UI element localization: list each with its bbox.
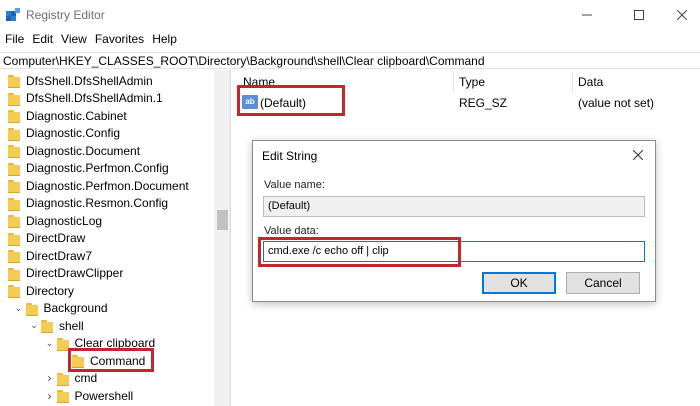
tree-item-label: Diagnostic.Resmon.Config xyxy=(26,196,169,211)
folder-icon xyxy=(8,162,20,176)
column-data[interactable]: Data xyxy=(578,75,603,89)
tree-item[interactable]: Directory xyxy=(0,282,214,300)
chevron-right-icon[interactable]: › xyxy=(45,371,55,385)
value-name-label: Value name: xyxy=(264,179,325,191)
tree-item-label: Diagnostic.Cabinet xyxy=(26,108,127,123)
tree-item-label: DfsShell.DfsShellAdmin xyxy=(26,73,153,88)
folder-icon xyxy=(56,337,69,351)
tree-item-label: Background xyxy=(43,301,108,316)
default-value-highlight xyxy=(237,85,345,116)
tree-item[interactable]: ⌄ shell xyxy=(0,317,214,335)
folder-icon xyxy=(56,372,69,386)
registry-tree: DfsShell.DfsShellAdmin DfsShell.DfsShellA… xyxy=(0,70,231,406)
tree-item[interactable]: › Powershell xyxy=(0,387,214,405)
folder-icon xyxy=(8,74,20,89)
tree-item[interactable]: ⌄ Background xyxy=(0,300,214,318)
tree-scrollbar[interactable] xyxy=(214,70,230,406)
chevron-down-icon[interactable]: ⌄ xyxy=(14,303,24,314)
tree-item-label: Powershell xyxy=(74,388,134,403)
value-data-highlight xyxy=(258,237,461,267)
registry-editor-icon xyxy=(6,8,20,21)
tree-item-label: DirectDrawClipper xyxy=(26,266,124,281)
chevron-down-icon[interactable]: ⌄ xyxy=(45,338,55,349)
close-button[interactable] xyxy=(664,0,700,30)
tree-item[interactable]: Diagnostic.Resmon.Config xyxy=(0,195,214,213)
selected-key-highlight xyxy=(68,348,154,372)
tree-item[interactable]: DiagnosticLog xyxy=(0,212,214,230)
address-bar[interactable]: Computer\HKEY_CLASSES_ROOT\Directory\Bac… xyxy=(0,52,700,69)
close-icon xyxy=(633,150,643,160)
edit-string-dialog: Edit String Value name: (Default) Value … xyxy=(252,140,656,302)
folder-icon xyxy=(8,92,20,106)
column-divider[interactable] xyxy=(572,72,573,92)
folder-icon xyxy=(8,179,20,194)
column-divider[interactable] xyxy=(453,72,454,92)
maximize-button[interactable] xyxy=(616,0,662,30)
folder-icon xyxy=(8,267,20,281)
tree-item[interactable]: DirectDraw xyxy=(0,230,214,248)
menu-file[interactable]: File xyxy=(0,30,28,50)
menu-help[interactable]: Help xyxy=(148,30,181,50)
chevron-down-icon[interactable]: ⌄ xyxy=(29,320,39,331)
tree-item-label: Diagnostic.Perfmon.Document xyxy=(26,178,189,193)
tree-item[interactable]: Diagnostic.Perfmon.Config xyxy=(0,160,214,178)
minimize-button[interactable] xyxy=(564,0,610,30)
dialog-close-button[interactable] xyxy=(625,144,651,166)
tree-item[interactable]: DfsShell.DfsShellAdmin xyxy=(0,72,214,90)
column-type[interactable]: Type xyxy=(459,75,485,89)
cancel-button[interactable]: Cancel xyxy=(566,272,640,294)
minimize-icon xyxy=(582,14,592,16)
folder-icon xyxy=(56,389,69,404)
tree-item[interactable]: Diagnostic.Cabinet xyxy=(0,107,214,125)
folder-icon xyxy=(8,249,20,264)
folder-icon xyxy=(8,232,20,246)
tree-item[interactable]: Diagnostic.Document xyxy=(0,142,214,160)
tree-item-label: DiagnosticLog xyxy=(26,213,103,228)
tree-item[interactable]: Diagnostic.Config xyxy=(0,125,214,143)
value-data-label: Value data: xyxy=(264,225,319,237)
chevron-right-icon[interactable]: › xyxy=(45,389,55,403)
value-name-field: (Default) xyxy=(263,196,645,217)
tree-item-label: Diagnostic.Document xyxy=(26,143,141,158)
folder-icon xyxy=(41,319,53,334)
folder-icon xyxy=(8,127,20,141)
folder-icon xyxy=(8,284,20,299)
folder-icon xyxy=(8,109,20,124)
window-title: Registry Editor xyxy=(26,8,105,22)
maximize-icon xyxy=(634,10,644,20)
tree-item[interactable]: Diagnostic.Perfmon.Document xyxy=(0,177,214,195)
tree-item-label: shell xyxy=(59,318,84,333)
menu-edit[interactable]: Edit xyxy=(28,30,57,50)
folder-icon xyxy=(8,144,20,159)
tree-item-label: DfsShell.DfsShellAdmin.1 xyxy=(26,91,163,106)
title-bar: Registry Editor xyxy=(0,0,700,30)
tree-scrollbar-thumb[interactable] xyxy=(217,210,228,230)
tree-item[interactable]: DirectDrawClipper xyxy=(0,265,214,283)
dialog-title: Edit String xyxy=(262,149,318,163)
folder-icon xyxy=(8,214,20,229)
tree-item-label: DirectDraw xyxy=(26,231,86,246)
value-type: REG_SZ xyxy=(459,96,508,110)
tree-item[interactable]: DirectDraw7 xyxy=(0,247,214,265)
folder-icon xyxy=(25,302,38,316)
ok-button[interactable]: OK xyxy=(482,272,556,294)
tree-item-label: DirectDraw7 xyxy=(26,248,93,263)
folder-icon xyxy=(8,197,20,211)
tree-item-label: Directory xyxy=(26,283,75,298)
tree-item-label: Diagnostic.Perfmon.Config xyxy=(26,161,169,176)
tree-item-label: Diagnostic.Config xyxy=(26,126,121,141)
menu-bar: File Edit View Favorites Help xyxy=(0,30,700,50)
menu-view[interactable]: View xyxy=(57,30,91,50)
close-icon xyxy=(677,10,687,20)
value-data: (value not set) xyxy=(578,96,655,110)
menu-favorites[interactable]: Favorites xyxy=(91,30,148,50)
tree-item[interactable]: › cmd xyxy=(0,370,214,388)
tree-item[interactable]: DfsShell.DfsShellAdmin.1 xyxy=(0,90,214,108)
tree-item-label: cmd xyxy=(74,371,98,386)
